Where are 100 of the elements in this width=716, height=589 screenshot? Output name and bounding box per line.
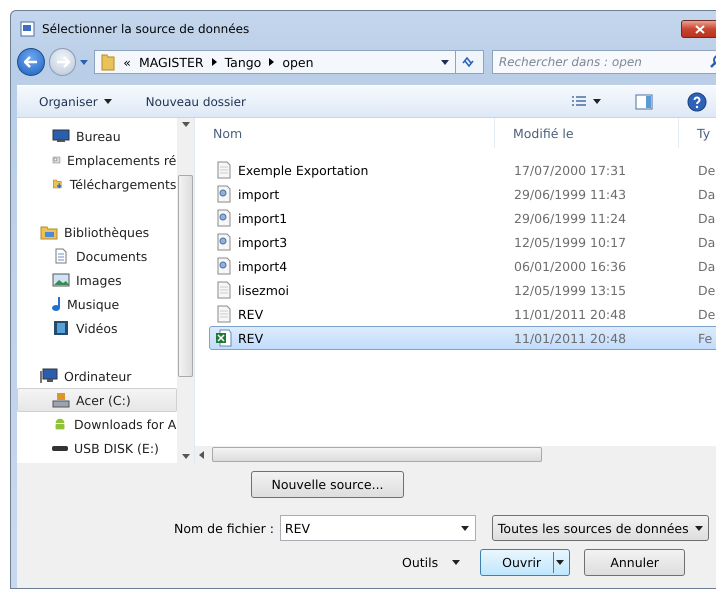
music-icon [52, 297, 61, 311]
document-icon [216, 305, 232, 323]
file-type-dropdown[interactable]: Toutes les sources de données [492, 515, 709, 541]
filename-field[interactable]: REV [280, 515, 476, 541]
computer-icon [40, 368, 58, 384]
date-cell-text: 12/05/1999 10:17 [514, 234, 628, 250]
caret-icon [104, 99, 112, 104]
nav-item[interactable]: Vidéos [17, 316, 178, 340]
nav-item[interactable]: Musique [17, 292, 178, 316]
caret-icon [460, 526, 469, 531]
breadcrumb[interactable]: open [282, 54, 314, 70]
image-icon [52, 272, 70, 288]
back-arrow-icon [24, 56, 38, 68]
file-row[interactable]: REV 11/01/2011 20:48 De [209, 302, 716, 326]
type-cell: Da [698, 186, 716, 202]
address-bar[interactable]: « MAGISTER Tango open [94, 50, 456, 74]
pane-icon [635, 94, 653, 110]
nav-item[interactable]: Acer (C:) [17, 388, 178, 412]
spreadsheet-icon [216, 329, 232, 347]
list-view-icon [571, 96, 587, 108]
breadcrumb[interactable]: Tango [224, 54, 262, 70]
settings-file-icon [216, 185, 232, 203]
file-name: import4 [238, 258, 288, 274]
file-name: REV [238, 330, 264, 346]
filename-label: Nom de fichier : [174, 520, 274, 536]
vertical-scrollbar[interactable] [177, 118, 194, 463]
cancel-button[interactable]: Annuler [584, 549, 686, 576]
nav-label: Acer (C:) [76, 392, 131, 408]
date-cell-text: 29/06/1999 11:24 [514, 210, 628, 226]
forward-arrow-icon [56, 56, 70, 68]
file-row[interactable]: import1 29/06/1999 11:24 Da [209, 206, 716, 230]
file-row[interactable]: REV 11/01/2011 20:48 Fe [209, 326, 716, 350]
window-title: Sélectionner la source de données [42, 22, 250, 36]
chevron-icon [269, 58, 274, 66]
tools-menu[interactable]: Outils [402, 555, 460, 570]
scroll-thumb[interactable] [212, 447, 542, 462]
type-cell: De [698, 162, 716, 178]
nav-item[interactable]: Téléchargements [17, 172, 178, 196]
file-row[interactable]: import3 12/05/1999 10:17 Da [209, 230, 716, 254]
view-menu[interactable] [571, 96, 601, 108]
close-button[interactable] [681, 20, 716, 38]
date-cell-text: 12/05/1999 13:15 [514, 282, 628, 298]
file-row[interactable]: import4 06/01/2000 16:36 Da [209, 254, 716, 278]
type-cell: Da [698, 210, 716, 226]
column-header[interactable]: Modifié le [495, 118, 679, 148]
nav-item[interactable]: Ordinateur [17, 364, 178, 388]
refresh-button[interactable] [456, 50, 484, 74]
nav-label: Ordinateur [64, 368, 132, 384]
nav-item[interactable]: USB DISK (E:) [17, 436, 178, 460]
preview-pane-button[interactable] [635, 94, 653, 110]
nav-item[interactable]: Bibliothèques [17, 220, 178, 244]
date-cell-text: 06/01/2000 16:36 [514, 258, 628, 274]
file-name: import1 [238, 210, 288, 226]
date-cell-text: 29/06/1999 11:43 [514, 186, 628, 202]
column-header[interactable]: Nom [195, 118, 495, 148]
organize-menu[interactable]: Organiser [39, 94, 112, 108]
caret-icon [452, 560, 460, 565]
file-row[interactable]: lisezmoi 12/05/1999 13:15 De [209, 278, 716, 302]
search-field[interactable]: Rechercher dans : open [492, 50, 716, 74]
document-icon [216, 161, 232, 179]
caret-icon [556, 560, 564, 565]
file-name: Exemple Exportation [238, 162, 368, 178]
overflow-chevron[interactable]: « [123, 54, 131, 70]
back-button[interactable] [17, 48, 45, 76]
nav-item[interactable]: Images [17, 268, 178, 292]
nav-item[interactable]: Bureau [17, 124, 178, 148]
nav-item[interactable]: Emplacements ré [17, 148, 178, 172]
nav-label: Bureau [76, 128, 121, 144]
help-button[interactable] [687, 92, 707, 112]
type-cell: De [698, 306, 716, 322]
open-button[interactable]: Ouvrir [480, 549, 570, 576]
nav-item[interactable]: Documents [17, 244, 178, 268]
app-icon [20, 21, 36, 37]
video-icon [52, 320, 70, 336]
usb-icon [52, 446, 68, 450]
settings-file-icon [216, 257, 232, 275]
new-source-button[interactable]: Nouvelle source... [251, 471, 404, 498]
new-folder-button[interactable]: Nouveau dossier [146, 94, 246, 108]
nav-label: USB DISK (E:) [74, 440, 159, 456]
nav-label: Downloads for A [74, 416, 176, 432]
nav-label: Bibliothèques [64, 224, 150, 240]
nav-item[interactable]: Downloads for A [17, 412, 178, 436]
file-name: lisezmoi [238, 282, 290, 298]
file-name: import [238, 186, 280, 202]
type-cell-text: Fe [698, 330, 714, 346]
nav-label: Téléchargements [70, 176, 176, 192]
breadcrumb[interactable]: MAGISTER [138, 54, 204, 70]
nav-label: Documents [76, 248, 148, 264]
desktop-icon [52, 128, 70, 144]
settings-file-icon [216, 233, 232, 251]
nav-label: Vidéos [76, 320, 118, 336]
history-caret-icon [80, 60, 88, 64]
file-row[interactable]: Exemple Exportation 17/07/2000 17:31 De [209, 158, 716, 182]
scroll-thumb[interactable] [178, 175, 194, 377]
type-cell: Da [698, 258, 716, 274]
nav-label: Images [76, 272, 122, 288]
settings-file-icon [216, 209, 232, 227]
column-header[interactable]: Ty [679, 118, 716, 148]
file-row[interactable]: import 29/06/1999 11:43 Da [209, 182, 716, 206]
horizontal-scrollbar[interactable] [195, 446, 716, 463]
